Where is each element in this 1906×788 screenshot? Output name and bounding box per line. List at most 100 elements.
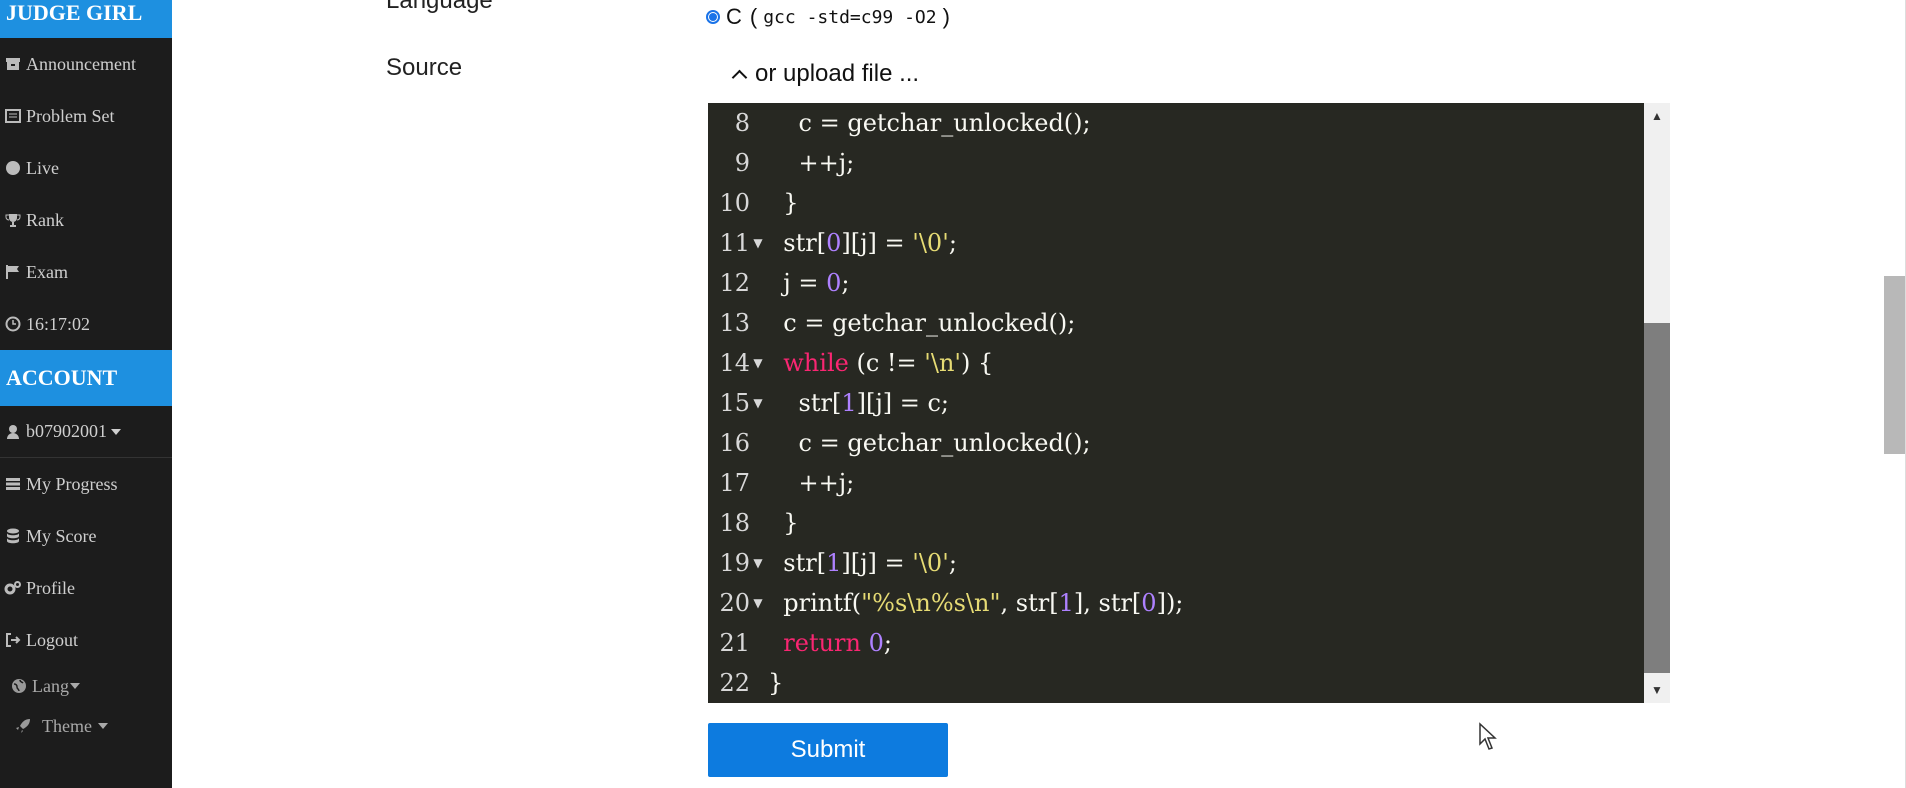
code-text[interactable]: } xyxy=(768,503,799,543)
code-text[interactable]: c = getchar_unlocked(); xyxy=(768,303,1075,343)
line-number: 22 xyxy=(719,669,750,697)
line-number: 11 xyxy=(719,229,750,257)
gears-icon xyxy=(4,580,22,596)
code-line[interactable]: 21 return 0; xyxy=(708,623,1644,663)
code-text[interactable]: c = getchar_unlocked(); xyxy=(768,103,1091,143)
sidebar-item-label: My Progress xyxy=(26,473,118,494)
sidebar-item-label: Rank xyxy=(26,209,64,230)
code-line[interactable]: 12 j = 0; xyxy=(708,263,1644,303)
code-line[interactable]: 11 ▼ str[0][j] = '\0'; xyxy=(708,223,1644,263)
brand-logo[interactable]: JUDGE GIRL xyxy=(0,0,172,38)
scroll-down-icon[interactable]: ▼ xyxy=(1644,677,1670,703)
fold-toggle-icon[interactable]: ▼ xyxy=(750,223,766,263)
code-token: printf( xyxy=(768,589,862,617)
code-line[interactable]: 8 c = getchar_unlocked(); xyxy=(708,103,1644,143)
line-number: 15 xyxy=(719,389,750,417)
code-line[interactable]: 15 ▼ str[1][j] = c; xyxy=(708,383,1644,423)
sidebar-item-rank[interactable]: Rank xyxy=(0,194,172,246)
code-token: c = getchar_unlocked(); xyxy=(768,309,1076,337)
sidebar-item-announcement[interactable]: Announcement xyxy=(0,38,172,90)
line-number: 10 xyxy=(719,189,750,217)
database-icon xyxy=(4,528,22,544)
code-token: } xyxy=(768,509,799,537)
mouse-cursor-icon xyxy=(1479,722,1497,750)
fold-toggle-icon[interactable]: ▼ xyxy=(750,343,766,383)
code-token: 1 xyxy=(1058,589,1074,617)
code-token: , str[ xyxy=(1000,589,1059,617)
code-line[interactable]: 22} xyxy=(708,663,1644,703)
code-token: 0 xyxy=(1141,589,1157,617)
code-text[interactable]: c = getchar_unlocked(); xyxy=(768,423,1091,463)
code-token: str[ xyxy=(768,549,827,577)
code-token: ; xyxy=(841,269,850,297)
sidebar-item-live[interactable]: Live xyxy=(0,142,172,194)
sidebar-item-user[interactable]: b07902001 xyxy=(0,406,172,458)
code-text[interactable]: str[1][j] = '\0'; xyxy=(768,543,957,583)
line-number: 17 xyxy=(719,469,750,497)
code-text[interactable]: } xyxy=(768,183,798,223)
code-text[interactable]: ++j; xyxy=(768,463,855,503)
code-text[interactable]: return 0; xyxy=(768,623,892,663)
editor-scrollbar[interactable]: ▲ ▼ xyxy=(1644,103,1670,703)
sidebar-item-exam[interactable]: Exam xyxy=(0,246,172,298)
code-line[interactable]: 14 ▼ while (c != '\n') { xyxy=(708,343,1644,383)
fold-toggle-icon[interactable]: ▼ xyxy=(750,583,766,623)
code-line[interactable]: 20 ▼ printf("%s\n%s\n", str[1], str[0]); xyxy=(708,583,1644,623)
code-token: return xyxy=(783,629,861,657)
upload-file-toggle[interactable]: or upload file ... xyxy=(731,60,919,88)
lang-label: Lang xyxy=(32,675,69,696)
circle-icon xyxy=(4,160,22,176)
code-line[interactable]: 17 ++j; xyxy=(708,463,1644,503)
sidebar-item-my-progress[interactable]: My Progress xyxy=(0,458,172,510)
code-line[interactable]: 16 c = getchar_unlocked(); xyxy=(708,423,1644,463)
source-label: Source xyxy=(386,54,463,81)
rocket-icon xyxy=(14,718,32,734)
scroll-up-icon[interactable]: ▲ xyxy=(1644,103,1670,129)
sidebar-item-problem-set[interactable]: Problem Set xyxy=(0,90,172,142)
code-token: ; xyxy=(948,229,957,257)
code-token: ++j; xyxy=(768,469,855,497)
code-text[interactable]: ++j; xyxy=(768,143,855,183)
sidebar-item-lang[interactable]: Lang xyxy=(0,666,172,706)
code-token: j = xyxy=(768,269,827,297)
fold-toggle-icon[interactable]: ▼ xyxy=(750,543,766,583)
code-text[interactable]: str[1][j] = c; xyxy=(768,383,950,423)
code-line[interactable]: 19 ▼ str[1][j] = '\0'; xyxy=(708,543,1644,583)
code-text[interactable]: j = 0; xyxy=(768,263,849,303)
sidebar-item-label: Profile xyxy=(26,577,75,598)
line-number: 8 xyxy=(734,109,750,137)
flag-icon xyxy=(4,264,22,280)
sign-out-icon xyxy=(4,632,22,648)
submit-button[interactable]: Submit xyxy=(708,723,948,777)
code-line[interactable]: 13 c = getchar_unlocked(); xyxy=(708,303,1644,343)
sidebar-item-theme[interactable]: Theme xyxy=(0,706,172,746)
language-option-c[interactable]: C ( gcc -std=c99 -O2 ) xyxy=(706,4,950,30)
account-header: ACCOUNT xyxy=(0,350,172,406)
code-editor[interactable]: 8 c = getchar_unlocked(); 9 ++j; 10 } 11 ▼ s… xyxy=(708,103,1670,703)
code-line[interactable]: 10 } xyxy=(708,183,1644,223)
language-command: gcc -std=c99 -O2 xyxy=(763,6,937,28)
sidebar-item-my-score[interactable]: My Score xyxy=(0,510,172,562)
sidebar: JUDGE GIRL Announcement Problem Set Live… xyxy=(0,0,172,788)
fold-toggle-icon[interactable]: ▼ xyxy=(750,383,766,423)
line-number: 20 xyxy=(719,589,750,617)
code-line[interactable]: 18 } xyxy=(708,503,1644,543)
page-scrollbar-thumb[interactable] xyxy=(1884,276,1906,454)
code-text[interactable]: } xyxy=(768,663,783,703)
language-radio[interactable] xyxy=(706,10,720,24)
sidebar-item-label: Problem Set xyxy=(26,105,115,126)
language-label: Language xyxy=(386,0,493,14)
code-text[interactable]: str[0][j] = '\0'; xyxy=(768,223,957,263)
code-token: '\0' xyxy=(912,549,949,577)
code-token: '\n' xyxy=(924,349,962,377)
code-line[interactable]: 9 ++j; xyxy=(708,143,1644,183)
sidebar-item-logout[interactable]: Logout xyxy=(0,614,172,666)
code-token: str[ xyxy=(768,389,842,417)
sidebar-item-profile[interactable]: Profile xyxy=(0,562,172,614)
editor-scroll-thumb[interactable] xyxy=(1644,323,1670,673)
code-text[interactable]: while (c != '\n') { xyxy=(768,343,993,383)
code-text[interactable]: printf("%s\n%s\n", str[1], str[0]); xyxy=(768,583,1183,623)
sidebar-item-clock: 16:17:02 xyxy=(0,298,172,350)
